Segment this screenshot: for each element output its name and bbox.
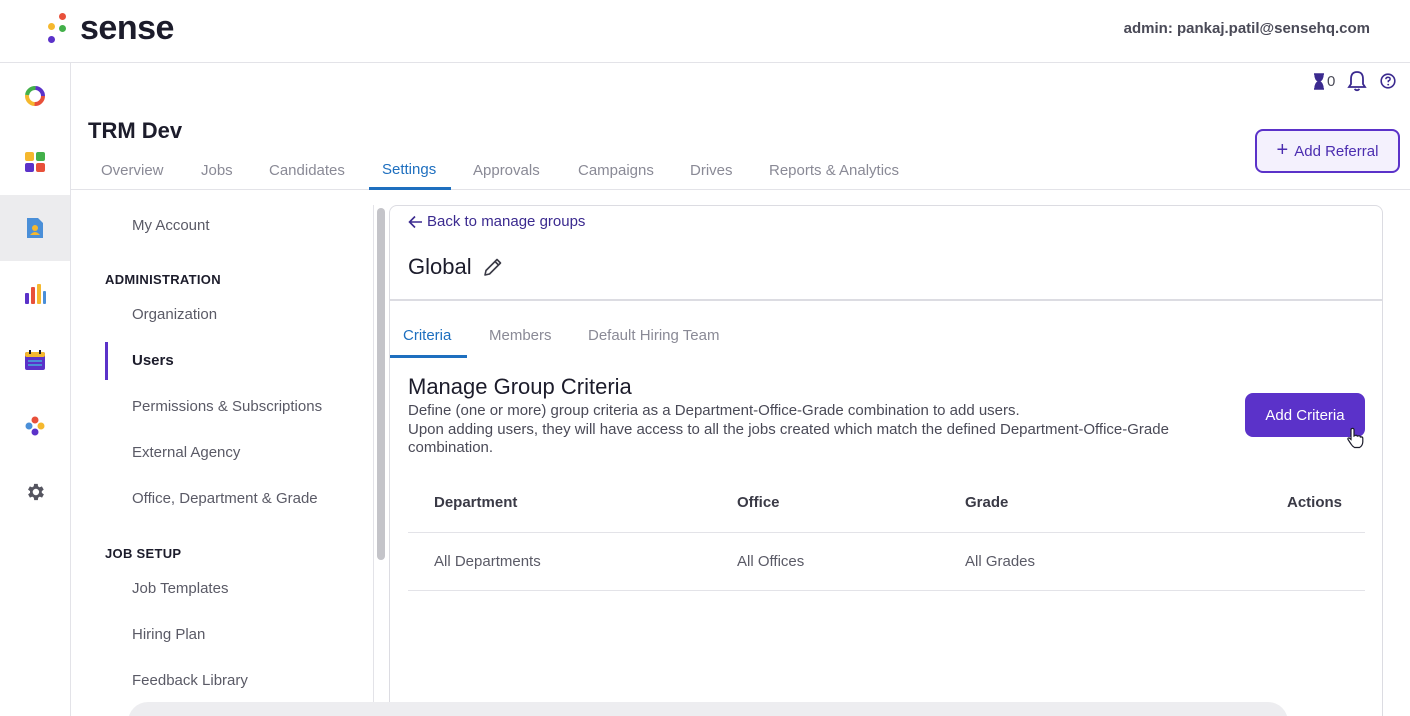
criteria-description-line-1: Define (one or more) group criteria as a… xyxy=(408,402,1020,419)
header-row-divider xyxy=(408,532,1365,533)
logo-text: sense xyxy=(80,9,174,47)
card-divider xyxy=(390,299,1382,301)
left-icon-rail xyxy=(0,63,71,716)
tab-jobs[interactable]: Jobs xyxy=(201,162,233,179)
rail-item-analytics[interactable] xyxy=(0,261,70,327)
rail-item-community[interactable] xyxy=(0,393,70,459)
tab-reports-analytics[interactable]: Reports & Analytics xyxy=(769,162,899,179)
help-button[interactable] xyxy=(1380,70,1396,92)
rail-item-jobs[interactable] xyxy=(0,195,70,261)
add-referral-label: Add Referral xyxy=(1294,142,1379,160)
cell-grade: All Grades xyxy=(965,553,1036,570)
menu-item-organization[interactable]: Organization xyxy=(132,306,217,323)
tab-settings[interactable]: Settings xyxy=(382,161,436,178)
active-tab-indicator xyxy=(369,187,451,190)
menu-item-external-agency[interactable]: External Agency xyxy=(132,444,240,461)
notifications-button[interactable] xyxy=(1347,70,1367,92)
tab-overview[interactable]: Overview xyxy=(101,162,164,179)
tab-candidates[interactable]: Candidates xyxy=(269,162,345,179)
column-header-office: Office xyxy=(737,494,780,511)
subtab-default-hiring-team[interactable]: Default Hiring Team xyxy=(588,327,719,344)
hourglass-count: 0 xyxy=(1327,72,1336,90)
apps-grid-icon xyxy=(25,152,45,172)
menu-item-my-account[interactable]: My Account xyxy=(132,217,210,234)
pencil-edit-icon[interactable] xyxy=(482,256,504,278)
gear-icon xyxy=(28,483,44,501)
group-name-heading: Global xyxy=(408,254,504,280)
sense-logo[interactable]: sense xyxy=(44,10,174,46)
section-heading-administration: ADMINISTRATION xyxy=(105,272,221,287)
rail-item-apps[interactable] xyxy=(0,129,70,195)
admin-user-label[interactable]: admin: pankaj.patil@sensehq.com xyxy=(1124,20,1370,37)
section-heading-job-setup: JOB SETUP xyxy=(105,546,182,561)
rail-item-settings[interactable] xyxy=(0,459,70,525)
column-header-department: Department xyxy=(434,494,518,511)
main-tab-bar: Overview Jobs Candidates Settings Approv… xyxy=(71,150,1410,190)
bottom-panel-edge xyxy=(128,702,1288,716)
subtab-criteria[interactable]: Criteria xyxy=(403,327,451,344)
menu-scrollbar-thumb[interactable] xyxy=(377,208,385,560)
settings-side-menu: My Account ADMINISTRATION Organization U… xyxy=(71,191,373,716)
project-title: TRM Dev xyxy=(88,118,183,143)
hourglass-icon xyxy=(1314,72,1324,90)
subtab-members[interactable]: Members xyxy=(489,327,552,344)
bar-chart-icon xyxy=(25,284,46,304)
menu-item-feedback-library[interactable]: Feedback Library xyxy=(132,672,248,689)
rail-item-home[interactable] xyxy=(0,63,70,129)
cell-office: All Offices xyxy=(737,553,805,570)
active-menu-indicator xyxy=(105,342,108,380)
people-group-icon xyxy=(25,416,45,436)
calendar-icon xyxy=(25,350,45,370)
menu-scrollbar-track xyxy=(373,205,374,716)
cell-department: All Departments xyxy=(434,553,541,570)
hand-pointer-cursor-icon xyxy=(1347,427,1364,449)
back-to-manage-groups-link[interactable]: Back to manage groups xyxy=(408,213,585,230)
plus-icon: + xyxy=(1276,139,1289,161)
tab-approvals[interactable]: Approvals xyxy=(473,162,540,179)
back-link-label: Back to manage groups xyxy=(427,213,586,230)
menu-item-office-department-grade[interactable]: Office, Department & Grade xyxy=(132,490,318,507)
column-header-actions: Actions xyxy=(1287,494,1343,511)
document-user-icon xyxy=(27,218,43,238)
table-row-divider xyxy=(408,590,1365,591)
help-circle-icon xyxy=(1380,73,1396,89)
active-subtab-indicator xyxy=(390,355,467,358)
menu-item-users[interactable]: Users xyxy=(132,352,174,369)
menu-item-job-templates[interactable]: Job Templates xyxy=(132,580,228,597)
menu-item-permissions-subscriptions[interactable]: Permissions & Subscriptions xyxy=(132,398,322,415)
sense-ring-icon xyxy=(25,86,45,106)
top-header: sense admin: pankaj.patil@sensehq.com xyxy=(0,0,1410,63)
group-detail-card: Back to manage groups Global Criteria Me… xyxy=(389,205,1383,716)
tab-drives[interactable]: Drives xyxy=(690,162,733,179)
rail-item-calendar[interactable] xyxy=(0,327,70,393)
bell-icon xyxy=(1347,71,1367,92)
manage-group-criteria-title: Manage Group Criteria xyxy=(408,374,632,399)
add-referral-button[interactable]: + Add Referral xyxy=(1255,129,1400,173)
criteria-description-line-2: Upon adding users, they will have access… xyxy=(408,420,1169,457)
column-header-grade: Grade xyxy=(965,494,1009,511)
tab-campaigns[interactable]: Campaigns xyxy=(578,162,654,179)
logo-mark xyxy=(44,11,70,45)
hourglass-counter[interactable]: 0 xyxy=(1313,70,1335,92)
group-name: Global xyxy=(408,254,472,279)
criteria-description: Define (one or more) group criteria as a… xyxy=(408,402,1208,458)
arrow-left-icon xyxy=(408,215,422,228)
menu-item-hiring-plan[interactable]: Hiring Plan xyxy=(132,626,205,643)
group-sub-tabs: Criteria Members Default Hiring Team xyxy=(390,302,1382,358)
